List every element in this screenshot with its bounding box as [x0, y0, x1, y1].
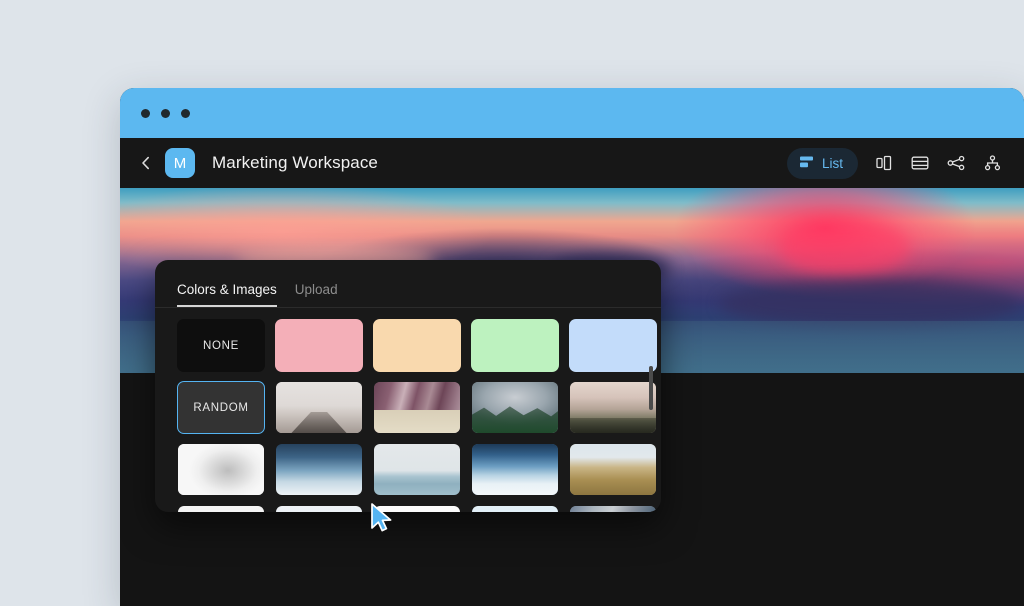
swatch-image-misty-hills[interactable]: [569, 381, 657, 434]
swatch-thumbnail: [178, 444, 264, 495]
swatch-thumbnail: [276, 444, 362, 495]
tab-colors-and-images[interactable]: Colors & Images: [177, 282, 277, 307]
picker-scrollbar-thumb[interactable]: [649, 366, 653, 410]
swatch-image-light-1[interactable]: [177, 505, 265, 512]
swatch-image-white-abstract[interactable]: [177, 443, 265, 496]
swatch-thumbnail: [374, 382, 460, 433]
swatch-thumbnail: [570, 506, 656, 512]
swatch-grid: NONE RANDOM: [177, 319, 639, 512]
swatch-thumbnail: [276, 506, 362, 512]
background-picker-panel: Colors & Images Upload NONE RANDOM: [155, 260, 661, 512]
tab-upload[interactable]: Upload: [295, 282, 338, 307]
swatch-random[interactable]: RANDOM: [177, 381, 265, 434]
workspace-header: M Marketing Workspace List: [120, 138, 1024, 188]
picker-tablist: Colors & Images Upload: [155, 260, 661, 308]
swatch-thumbnail: [178, 506, 264, 512]
swatch-pink[interactable]: [275, 319, 363, 372]
chevron-left-icon[interactable]: [136, 153, 156, 173]
swatch-image-aerial[interactable]: [569, 505, 657, 512]
window-title-bar: [120, 88, 1024, 138]
hierarchy-icon[interactable]: [982, 153, 1002, 173]
app-window: M Marketing Workspace List: [120, 88, 1024, 606]
swatch-thumbnail: [276, 382, 362, 433]
swatch-image-light-4[interactable]: [471, 505, 559, 512]
picker-scrollbar[interactable]: [649, 366, 653, 512]
share-network-icon[interactable]: [946, 153, 966, 173]
swatch-peach[interactable]: [373, 319, 461, 372]
swatch-thumbnail: [472, 506, 558, 512]
cover-cloud: [780, 220, 910, 275]
swatch-thumbnail: [374, 444, 460, 495]
swatch-mint[interactable]: [471, 319, 559, 372]
swatch-thumbnail: [472, 382, 558, 433]
card-view-icon[interactable]: [910, 153, 930, 173]
swatch-thumbnail: [472, 444, 558, 495]
swatch-image-light-2[interactable]: [275, 505, 363, 512]
workspace-avatar[interactable]: M: [165, 148, 195, 178]
swatch-blue[interactable]: [569, 319, 657, 372]
window-maximize-dot[interactable]: [181, 109, 190, 118]
swatch-image-mountain-pines[interactable]: [471, 381, 559, 434]
window-close-dot[interactable]: [141, 109, 150, 118]
swatch-image-light-3[interactable]: [373, 505, 461, 512]
swatch-thumbnail: [570, 444, 656, 495]
swatch-none[interactable]: NONE: [177, 319, 265, 372]
swatch-thumbnail: [570, 382, 656, 433]
swatch-image-redwood-forest[interactable]: [373, 381, 461, 434]
view-toggle-list-label: List: [822, 156, 843, 171]
picker-scroll-area[interactable]: NONE RANDOM: [155, 308, 661, 512]
view-toggle-list[interactable]: List: [787, 148, 858, 179]
swatch-image-snowy-mountains[interactable]: [471, 443, 559, 496]
page-title: Marketing Workspace: [212, 153, 378, 173]
list-view-icon: [799, 155, 814, 172]
board-view-icon[interactable]: [874, 153, 894, 173]
window-minimize-dot[interactable]: [161, 109, 170, 118]
swatch-image-foggy-railroad[interactable]: [275, 381, 363, 434]
swatch-thumbnail: [374, 506, 460, 512]
swatch-image-wheat-field[interactable]: [569, 443, 657, 496]
swatch-label: NONE: [203, 340, 239, 352]
header-toolbar: List: [787, 148, 1002, 179]
swatch-image-pale-seascape[interactable]: [373, 443, 461, 496]
swatch-label: RANDOM: [193, 402, 248, 414]
swatch-image-blue-ocean[interactable]: [275, 443, 363, 496]
